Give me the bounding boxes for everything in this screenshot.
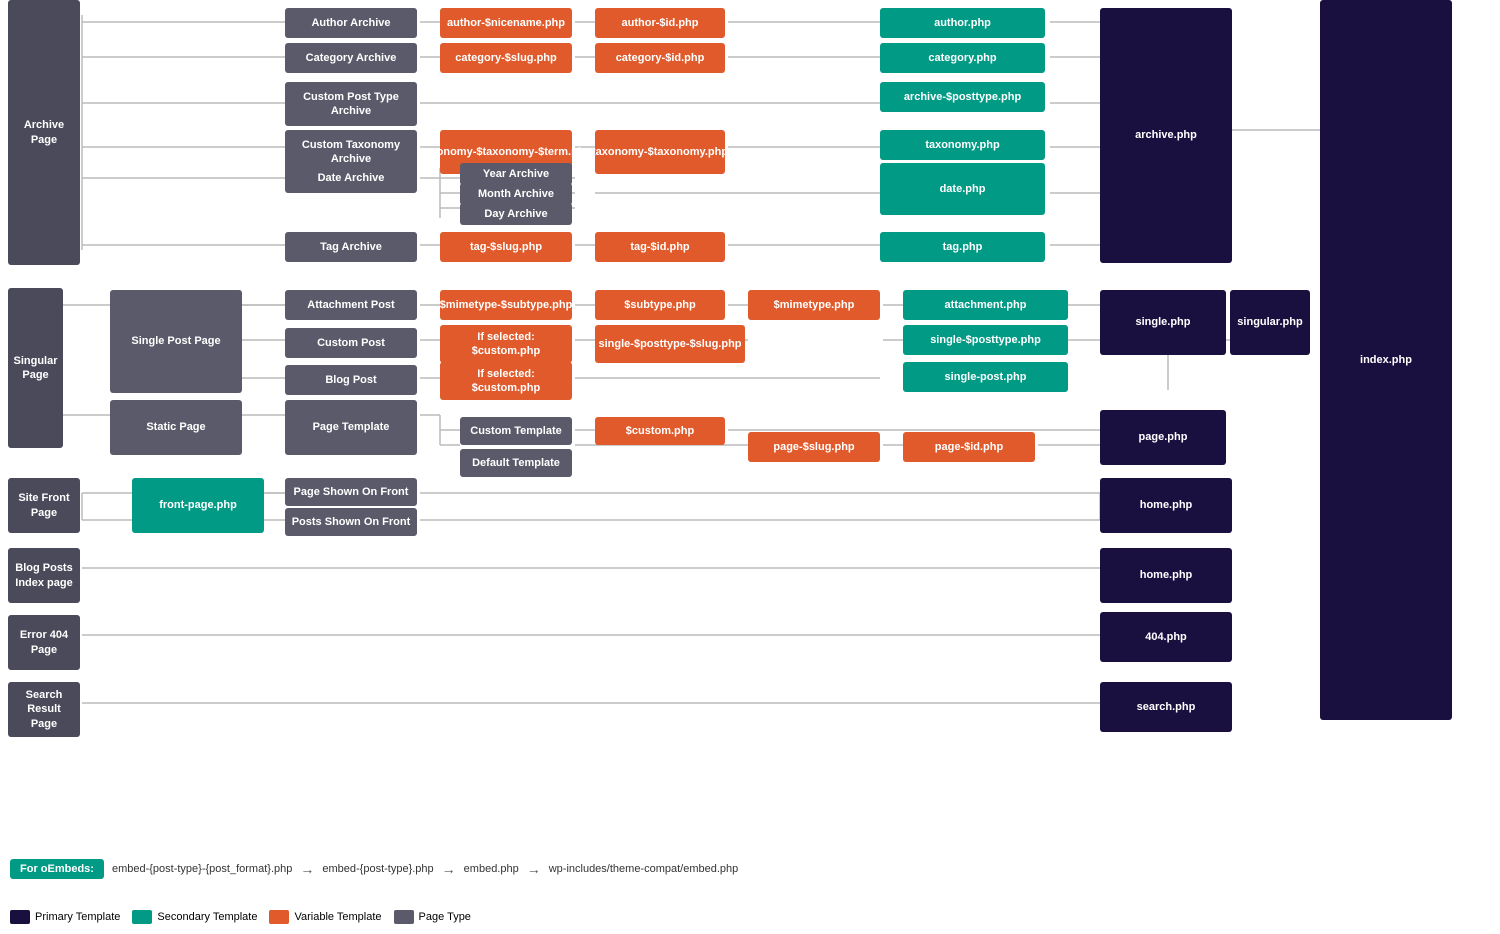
connector-lines	[0, 0, 1500, 934]
legend-page-type-box	[394, 910, 414, 924]
site-front-page-node: Site Front Page	[8, 478, 80, 533]
subtype-php-node: $subtype.php	[595, 290, 725, 320]
single-post-php-node: single-post.php	[903, 362, 1068, 392]
legend-primary: Primary Template	[10, 910, 120, 924]
mimetype-subtype-node: $mimetype-$subtype.php	[440, 290, 572, 320]
static-page-node: Static Page	[110, 400, 242, 455]
posts-shown-on-front-node: Posts Shown On Front	[285, 508, 417, 536]
page-id-node: page-$id.php	[903, 432, 1035, 462]
home-php-node2: home.php	[1100, 548, 1232, 603]
custom-php-node: $custom.php	[595, 417, 725, 445]
page-slug-node: page-$slug.php	[748, 432, 880, 462]
tag-php-node: tag.php	[880, 232, 1045, 262]
legend-secondary-label: Secondary Template	[157, 911, 257, 923]
category-id-node: category-$id.php	[595, 43, 725, 73]
legend-primary-label: Primary Template	[35, 911, 120, 923]
if-selected-custom2-node: If selected: $custom.php	[440, 362, 572, 400]
arrow-3: →	[527, 861, 541, 877]
singular-page-node: Singular Page	[8, 288, 63, 448]
month-archive-node: Month Archive	[460, 183, 572, 205]
single-posttype-node: single-$posttype.php	[903, 325, 1068, 355]
custom-post-type-archive-node: Custom Post Type Archive	[285, 82, 417, 126]
author-nicename-node: author-$nicename.php	[440, 8, 572, 38]
legend-secondary: Secondary Template	[132, 910, 257, 924]
legend-secondary-box	[132, 910, 152, 924]
author-id-node: author-$id.php	[595, 8, 725, 38]
date-php-node: date.php	[880, 163, 1045, 215]
error-404-php-node: 404.php	[1100, 612, 1232, 662]
blog-post-node: Blog Post	[285, 365, 417, 395]
oembeds-item-1: embed-{post-type}-{post_format}.php	[112, 863, 292, 875]
attachment-post-node: Attachment Post	[285, 290, 417, 320]
attachment-php-node: attachment.php	[903, 290, 1068, 320]
search-result-node: Search Result Page	[8, 682, 80, 737]
page-shown-on-front-node: Page Shown On Front	[285, 478, 417, 506]
single-posttype-slug-node: single-$posttype-$slug.php	[595, 325, 745, 363]
custom-post-node: Custom Post	[285, 328, 417, 358]
diagram: Archive Page Author Archive author-$nice…	[0, 0, 1500, 934]
legend-variable-label: Variable Template	[294, 911, 381, 923]
legend-page-type-label: Page Type	[419, 911, 471, 923]
singular-php-node: singular.php	[1230, 290, 1310, 355]
tag-slug-node: tag-$slug.php	[440, 232, 572, 262]
arrow-2: →	[442, 861, 456, 877]
home-php-node: home.php	[1100, 478, 1232, 533]
taxonomy-php-node: taxonomy.php	[880, 130, 1045, 160]
single-post-page-node: Single Post Page	[110, 290, 242, 393]
archive-posttype-node: archive-$posttype.php	[880, 82, 1045, 112]
search-php-node: search.php	[1100, 682, 1232, 732]
day-archive-node: Day Archive	[460, 203, 572, 225]
category-php-node: category.php	[880, 43, 1045, 73]
page-template-node: Page Template	[285, 400, 417, 455]
archive-page-node: Archive Page	[8, 0, 80, 265]
legend-variable-box	[269, 910, 289, 924]
front-page-php-node: front-page.php	[132, 478, 264, 533]
default-template-node: Default Template	[460, 449, 572, 477]
error-404-node: Error 404 Page	[8, 615, 80, 670]
taxonomy-tax-node: taxonomy-$taxonomy.php	[595, 130, 725, 174]
legend-primary-box	[10, 910, 30, 924]
oembeds-label: For oEmbeds:	[10, 859, 104, 879]
legend-variable: Variable Template	[269, 910, 381, 924]
single-php-node: single.php	[1100, 290, 1226, 355]
year-archive-node: Year Archive	[460, 163, 572, 185]
page-php-node: page.php	[1100, 410, 1226, 465]
oembeds-bar: For oEmbeds: embed-{post-type}-{post_for…	[10, 859, 738, 879]
if-selected-custom1-node: If selected: $custom.php	[440, 325, 572, 363]
author-archive-node: Author Archive	[285, 8, 417, 38]
legend: Primary Template Secondary Template Vari…	[10, 910, 471, 924]
blog-posts-index-node: Blog Posts Index page	[8, 548, 80, 603]
archive-php-node: archive.php	[1100, 8, 1232, 263]
custom-template-node: Custom Template	[460, 417, 572, 445]
index-php-node: index.php	[1320, 0, 1452, 720]
arrow-1: →	[300, 861, 314, 877]
oembeds-item-3: embed.php	[464, 863, 519, 875]
oembeds-item-4: wp-includes/theme-compat/embed.php	[549, 863, 739, 875]
category-archive-node: Category Archive	[285, 43, 417, 73]
tag-id-node: tag-$id.php	[595, 232, 725, 262]
date-archive-node: Date Archive	[285, 163, 417, 193]
legend-page-type: Page Type	[394, 910, 471, 924]
category-slug-node: category-$slug.php	[440, 43, 572, 73]
mimetype-php-node: $mimetype.php	[748, 290, 880, 320]
tag-archive-node: Tag Archive	[285, 232, 417, 262]
author-php-node: author.php	[880, 8, 1045, 38]
oembeds-item-2: embed-{post-type}.php	[322, 863, 433, 875]
